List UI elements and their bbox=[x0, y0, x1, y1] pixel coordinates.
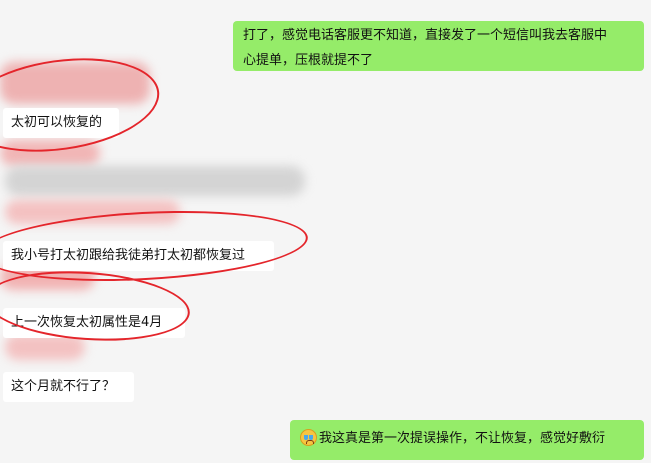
chat-bubble-self-1[interactable]: 打了，感觉电话客服更不知道，直接发了一个短信叫我去客服中 心提单，压根就提不了 bbox=[233, 21, 644, 71]
chat-bubble-self-2[interactable]: 我这真是第一次提误操作，不让恢复，感觉好敷衍 bbox=[290, 420, 644, 460]
blurred-message bbox=[5, 166, 305, 196]
message-text: 这个月就不行了？ bbox=[11, 379, 116, 394]
message-text-line-1: 打了，感觉电话客服更不知道，直接发了一个短信叫我去客服中 bbox=[243, 28, 608, 43]
message-text: 我这真是第一次提误操作，不让恢复，感觉好敷衍 bbox=[319, 431, 606, 446]
message-text-line-2: 心提单，压根就提不了 bbox=[243, 53, 374, 68]
crying-emoji-icon bbox=[300, 429, 317, 446]
chat-bubble-other-4[interactable]: 这个月就不行了？ bbox=[3, 372, 134, 402]
